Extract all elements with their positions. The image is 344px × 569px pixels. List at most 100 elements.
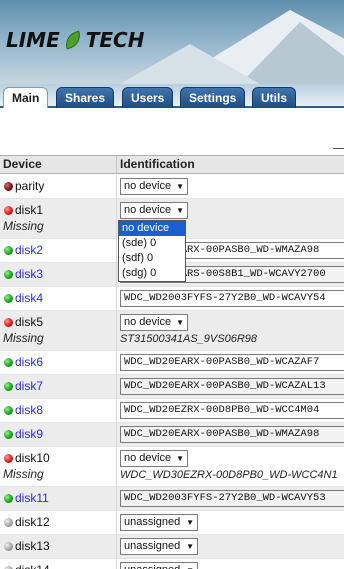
device-name[interactable]: disk6 [15, 355, 43, 369]
missing-label: Missing [3, 219, 44, 233]
table-row: disk8 WDC_WD20EZRX-00D8PB0_WD-WCC4M04 [0, 399, 344, 423]
device-cell: disk12 [0, 511, 116, 535]
device-select[interactable]: no device ▼ [120, 450, 188, 467]
table-row: disk12 unassigned ▼ [0, 511, 344, 535]
device-select[interactable]: no device ▼ [120, 314, 188, 331]
device-name: disk10 [15, 451, 50, 465]
status-dot-icon [4, 454, 13, 463]
table-row: disk4 WDC_WD2003FYFS-27Y2B0_WD-WCAVY54 [0, 287, 344, 311]
status-dot-icon [4, 406, 13, 415]
device-select-dropdown-list[interactable]: no device (sde) 0 (sdf) 0 (sdg) 0 [118, 220, 186, 282]
logo-text-left: LIME [6, 28, 60, 52]
identification-cell: unassigned ▼ [116, 535, 344, 559]
identification-cell: no device ▼ [116, 175, 344, 199]
device-select[interactable]: WDC_WD20EARX-00PASB0_WD-WMAZA98 [120, 426, 344, 443]
table-row: disk14 unassigned ▼ [0, 559, 344, 569]
previous-identification: ST31500341AS_9VS06R98 [120, 333, 257, 345]
tab-settings[interactable]: Settings [180, 87, 246, 108]
device-cell: parity [0, 175, 116, 199]
identification-cell: WDC_WD20EZRX-00D8PB0_WD-WCC4M04 [116, 399, 344, 423]
device-name: disk1 [15, 203, 44, 217]
device-name: disk14 [15, 563, 50, 569]
dropdown-option[interactable]: (sdg) 0 [119, 266, 185, 281]
device-cell: disk9 [0, 423, 116, 447]
device-select[interactable]: WDC_WD2003FYFS-27Y2B0_WD-WCAVY54 [120, 290, 344, 307]
table-row: disk13 unassigned ▼ [0, 535, 344, 559]
device-select-value: WDC_WD2003FYFS-27Y2B0_WD-WCAVY54 [124, 292, 326, 304]
device-name[interactable]: disk11 [15, 491, 49, 505]
chevron-down-icon: ▼ [186, 518, 194, 527]
status-dot-icon [4, 318, 13, 327]
status-dot-icon [4, 182, 13, 191]
tab-main[interactable]: Main [3, 87, 49, 108]
table-row: disk7 WDC_WD20EARX-00PASB0_WD-WCAZAL13 [0, 375, 344, 399]
chevron-down-icon: ▼ [176, 206, 184, 215]
device-select-value: unassigned [124, 516, 181, 528]
chevron-down-icon: ▼ [176, 182, 184, 191]
device-select[interactable]: unassigned ▼ [120, 538, 198, 555]
logo-text-right: TECH [85, 28, 145, 52]
device-select[interactable]: unassigned ▼ [120, 562, 198, 569]
dropdown-option[interactable]: (sde) 0 [119, 236, 185, 251]
lime-leaf-icon [61, 30, 84, 50]
identification-cell: WDC_WD2003FYFS-27Y2B0_WD-WCAVY54 [116, 287, 344, 311]
chevron-down-icon: ▼ [176, 454, 184, 463]
device-select-value: no device [124, 452, 172, 464]
table-row: disk6 WDC_WD20EARX-00PASB0_WD-WCAZAF7 [0, 351, 344, 375]
device-name[interactable]: disk4 [15, 291, 43, 305]
tab-utils[interactable]: Utils [252, 87, 297, 108]
device-name[interactable]: disk9 [15, 427, 43, 441]
identification-cell: WDC_WD20EARX-00PASB0_WD-WCAZAL13 [116, 375, 344, 399]
lime-tech-logo: LIME TECH [6, 27, 144, 53]
device-select[interactable]: no device ▼ [120, 202, 188, 219]
device-cell: disk7 [0, 375, 116, 399]
identification-cell: WDC_WD20EARX-00PASB0_WD-WMAZA98 [116, 423, 344, 447]
device-cell: disk1 Missing [0, 199, 116, 239]
device-cell: disk3 [0, 263, 116, 287]
device-select-value: unassigned [124, 564, 180, 569]
device-select-value: WDC_WD20EARX-00PASB0_WD-WMAZA98 [124, 428, 320, 440]
identification-cell: unassigned ▼ [116, 559, 344, 569]
dropdown-option[interactable]: no device [119, 221, 185, 236]
device-select-value: no device [124, 316, 172, 328]
identification-cell: WDC_WD20EARX-00PASB0_WD-WCAZAF7 [116, 351, 344, 375]
device-cell: disk8 [0, 399, 116, 423]
device-select[interactable]: WDC_WD20EARX-00PASB0_WD-WCAZAL13 [120, 378, 344, 395]
identification-cell: WDC_WD2003FYFS-27Y2B0_WD-WCAVY53 [116, 487, 344, 511]
device-name[interactable]: disk3 [15, 267, 43, 281]
table-row: disk10 Missing no device ▼ WDC_WD30EZRX-00D8… [0, 447, 344, 487]
device-select[interactable]: no device ▼ [120, 178, 188, 195]
dropdown-option[interactable]: (sdf) 0 [119, 251, 185, 266]
table-row: disk5 Missing no device ▼ ST31500341AS_9VS06… [0, 311, 344, 351]
tab-bar: Main Shares Users Settings Utils [0, 84, 344, 108]
device-select[interactable]: WDC_WD20EARX-00PASB0_WD-WCAZAF7 [120, 354, 344, 371]
device-select-value: WDC_WD20EZRX-00D8PB0_WD-WCC4M04 [124, 404, 320, 416]
device-select[interactable]: unassigned ▼ [120, 514, 198, 531]
unraid-main-page: LIME TECH Main Shares Users Settings Uti… [0, 0, 344, 569]
column-header-identification: Identification [116, 156, 195, 173]
device-select-value: no device [124, 180, 172, 192]
device-select[interactable]: WDC_WD20EZRX-00D8PB0_WD-WCC4M04 [120, 402, 344, 419]
table-row: disk11 WDC_WD2003FYFS-27Y2B0_WD-WCAVY53 [0, 487, 344, 511]
status-dot-icon [4, 206, 13, 215]
identification-cell: unassigned ▼ [116, 511, 344, 535]
status-dot-icon [4, 430, 13, 439]
device-name[interactable]: disk2 [15, 243, 43, 257]
device-name[interactable]: disk8 [15, 403, 43, 417]
chevron-down-icon: ▼ [186, 542, 194, 551]
previous-identification: WDC_WD30EZRX-00D8PB0_WD-WCC4N1 [120, 469, 338, 481]
tab-shares[interactable]: Shares [56, 87, 115, 108]
device-cell: disk14 [0, 559, 116, 569]
missing-label: Missing [3, 331, 44, 345]
status-dot-icon [4, 270, 13, 279]
device-name[interactable]: disk7 [15, 379, 43, 393]
identification-cell: no device ▼ WDC_WD30EZRX-00D8PB0_WD-WCC4N1 [116, 447, 344, 487]
device-cell: disk10 Missing [0, 447, 116, 487]
device-select[interactable]: WDC_WD2003FYFS-27Y2B0_WD-WCAVY53 [120, 490, 344, 507]
tab-users[interactable]: Users [122, 87, 174, 108]
device-cell: disk6 [0, 351, 116, 375]
missing-label: Missing [3, 467, 44, 481]
device-select-value: unassigned [124, 540, 181, 552]
status-dot-icon [4, 294, 13, 303]
device-cell: disk11 [0, 487, 116, 511]
